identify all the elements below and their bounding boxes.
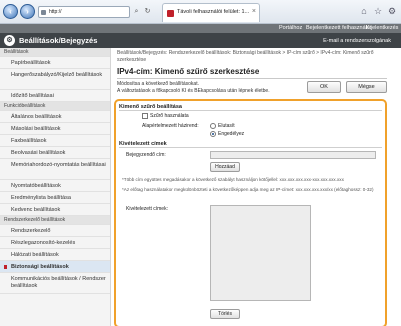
sidebar-item-biztonsagi-beallitasok[interactable]: Biztonsági beállítások — [0, 261, 110, 273]
sidebar-item-idozito-beallitasai[interactable]: Időzítő beállításai — [0, 90, 110, 102]
address-bar[interactable]: http:// — [38, 6, 130, 18]
ok-button[interactable]: OK — [307, 81, 341, 93]
logged-in-user-label: Bejelentkezett felhasználó: — [306, 25, 372, 31]
email-admin-link[interactable]: E-mail a rendszerszolgának — [323, 38, 391, 44]
sidebar-item-altalanos-beallitasok[interactable]: Általános beállítások — [0, 111, 110, 123]
browser-tab[interactable]: Távoli felhasználói felület: 1... × — [162, 3, 260, 22]
address-field-label: Bejegyzendő cím: — [126, 152, 166, 158]
gear-icon[interactable]: ⚙ — [386, 5, 398, 17]
use-filter-label: Szűrő használata — [150, 113, 189, 119]
back-arrow-icon[interactable]: ‹ — [3, 4, 18, 19]
sidebar-item-kedvenc-beallitasok[interactable]: Kedvenc beállítások — [0, 204, 110, 216]
search-icon[interactable]: ⌕ — [131, 6, 142, 18]
reject-radio[interactable] — [210, 123, 216, 129]
address-input[interactable] — [210, 151, 376, 159]
sidebar-item-faxbeallitasok[interactable]: Faxbeállítások — [0, 135, 110, 147]
favicon-icon — [167, 10, 174, 17]
sidebar-item-halozati-beallitasok[interactable]: Hálózati beállítások — [0, 249, 110, 261]
exception-list-label: Kivételezett címek: — [126, 206, 168, 212]
forward-arrow-icon[interactable]: › — [20, 4, 35, 19]
allow-radio[interactable] — [210, 131, 216, 137]
cancel-button[interactable]: Mégse — [346, 81, 387, 93]
close-tab-icon[interactable]: × — [252, 8, 256, 15]
sidebar: Beállítások Papírbeállítások Hangerőszabál… — [0, 48, 111, 326]
home-icon[interactable]: ⌂ — [358, 5, 370, 17]
info-line-1: Módosítsa a következő beállításokat. — [117, 81, 199, 87]
page-title: IPv4-cím: Kimenő szűrő szerkesztése — [117, 67, 260, 76]
outbound-filter-panel: Kimenő szűrő beállítása Szűrő használata… — [114, 99, 387, 326]
breadcrumb: Beállítások/Bejegyzés: Rendszerkezelő be… — [117, 50, 374, 63]
portal-link[interactable]: Portálhoz — [279, 25, 302, 31]
main-content: Beállítások/Bejegyzés: Rendszerkezelő be… — [112, 48, 401, 326]
filter-section-heading: Kimenő szűrő beállítása — [119, 103, 382, 111]
app-header: ⚙ Beállítások/Bejegyzés E-mail a rendsze… — [0, 33, 401, 48]
delete-button[interactable]: Törlés — [210, 309, 240, 319]
range-note: *Több cím együttes megadásakor a követke… — [122, 177, 344, 182]
star-icon[interactable]: ☆ — [372, 5, 384, 17]
page-icon — [41, 10, 46, 15]
sidebar-item-papirbeallitasok[interactable]: Papírbeállítások — [0, 57, 110, 69]
sidebar-heading-rendszerkezelo-beallitasok: Rendszerkezelő beállítások — [0, 216, 110, 225]
sidebar-item-eredmenylista-beallitasa[interactable]: Eredménylista beállítása — [0, 192, 110, 204]
sidebar-item-kommunikacios-beallitasok-rendszer-beallitasok[interactable]: Kommunikációs beállítások / Rendszer beá… — [0, 273, 110, 294]
app-title: Beállítások/Bejegyzés — [19, 36, 98, 45]
sidebar-item-memoriahordozo-nyomtatas-beallitasai[interactable]: Memóriahordozó-nyomtatás beállításai — [0, 159, 110, 180]
sidebar-item-rendszerkezelo[interactable]: Rendszerkezelő — [0, 225, 110, 237]
exceptions-section-heading: Kivételezett címek — [119, 140, 382, 148]
reject-label: Elutasít — [218, 123, 235, 129]
add-button[interactable]: Hozzáad — [210, 162, 240, 172]
sidebar-item-reszlegazonosito-kezeles[interactable]: Részlegazonosító-kezelés — [0, 237, 110, 249]
top-links-bar: Portálhoz Bejelentkezett felhasználó: Ki… — [0, 24, 401, 33]
prefix-note: *Az előtag használatakor megkülönbözteti… — [122, 187, 374, 192]
sidebar-heading-funkciobeallitasok: Funkcióbeállítások — [0, 102, 110, 111]
title-divider — [117, 78, 387, 79]
info-line-2: A változtatások a főkapcsoló KI és BEkap… — [117, 88, 270, 94]
info-text: Módosítsa a következő beállításokat. A v… — [117, 81, 302, 95]
browser-toolbar: ‹ › http:// ⌕ ↻ Távoli felhasználói felü… — [0, 0, 401, 24]
logout-link[interactable]: Kijelentkezés — [366, 25, 398, 31]
address-text: http:// — [49, 9, 62, 15]
tab-title: Távoli felhasználói felület: 1... — [177, 9, 250, 15]
sidebar-heading-beallitasok: Beállítások — [0, 48, 110, 57]
settings-logo-icon: ⚙ — [4, 35, 15, 46]
sidebar-item-hangeroszabalyzo-kijelzo-beallitasok[interactable]: Hangerőszabályzó/Kijelző beállítások — [0, 69, 110, 90]
sidebar-item-masolasi-beallitasok[interactable]: Másolási beállítások — [0, 123, 110, 135]
use-filter-checkbox[interactable] — [142, 113, 148, 119]
default-policy-label: Alapértelmezett házirend: — [142, 123, 199, 129]
refresh-icon[interactable]: ↻ — [142, 6, 153, 18]
sidebar-item-beolvasasi-beallitasok[interactable]: Beolvasási beállítások — [0, 147, 110, 159]
allow-label: Engedélyez — [218, 131, 245, 137]
sidebar-item-nyomtatobeallitasok[interactable]: Nyomtatóbeállítások — [0, 180, 110, 192]
exception-address-list[interactable] — [210, 205, 311, 301]
